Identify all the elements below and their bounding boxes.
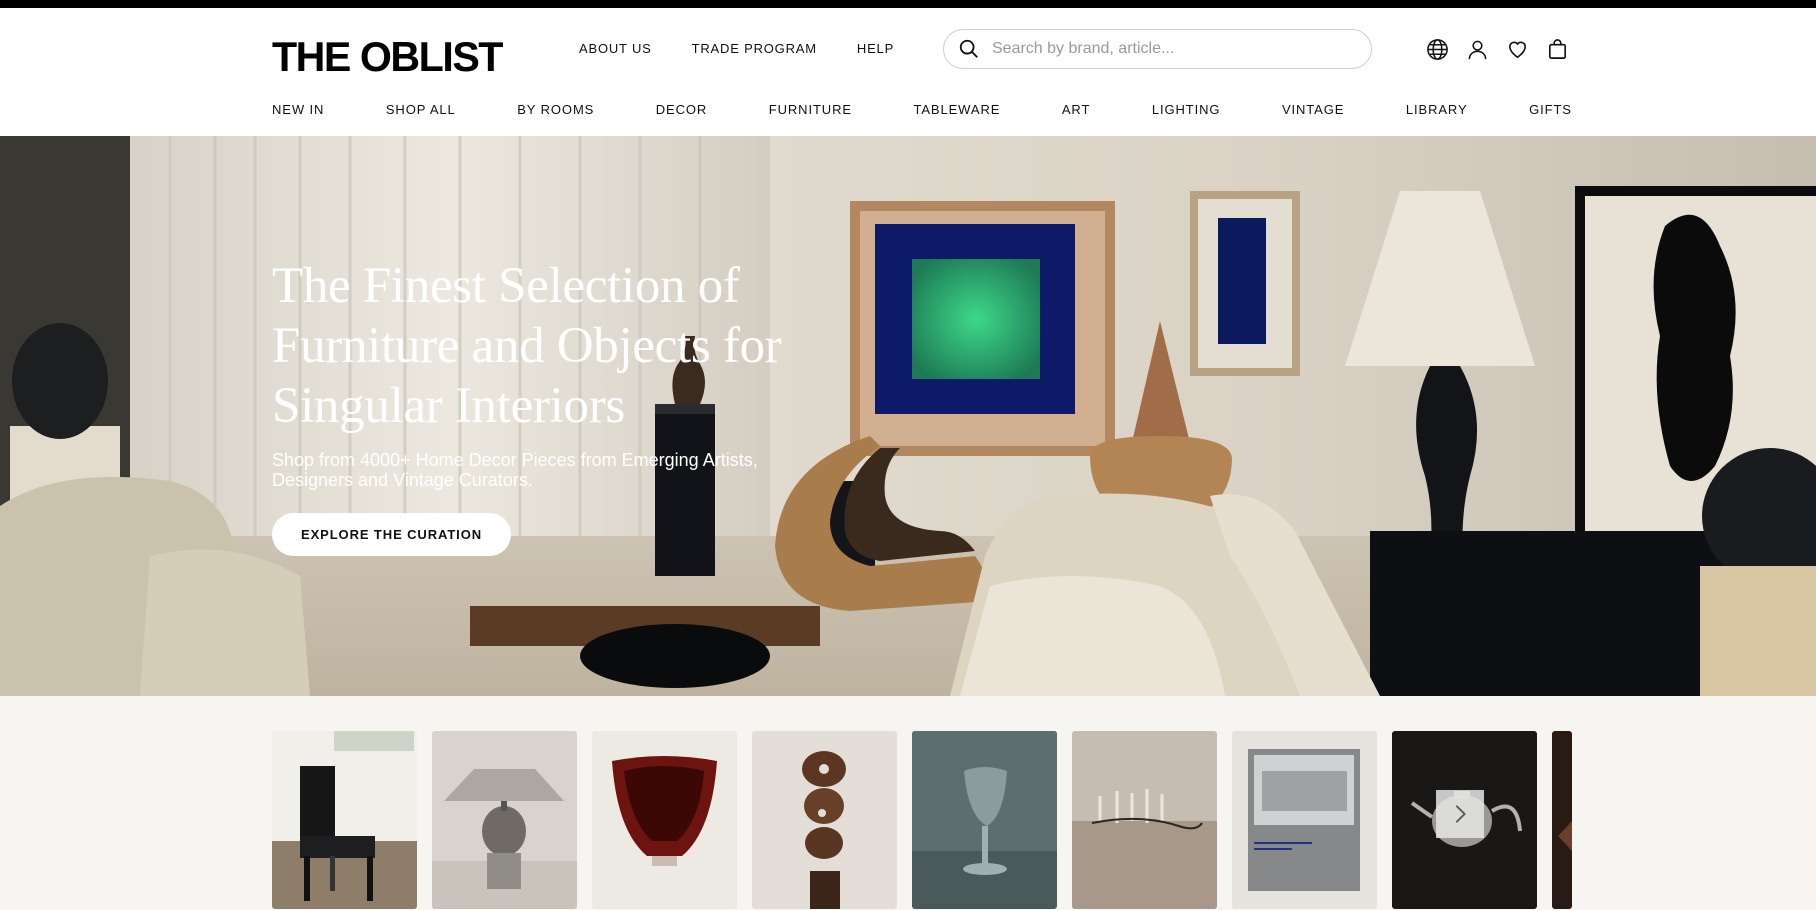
globe-icon[interactable] <box>1426 38 1449 61</box>
glass-goblet-thumbnail[interactable] <box>912 731 1057 909</box>
header-icons <box>1426 38 1569 61</box>
hero-banner: The Finest Selection of Furniture and Ob… <box>0 136 1816 696</box>
nav-tableware[interactable]: TABLEWARE <box>913 102 1000 117</box>
help-link[interactable]: HELP <box>857 41 894 56</box>
hero-title: The Finest Selection of Furniture and Ob… <box>272 258 782 434</box>
nav-gifts[interactable]: GIFTS <box>1529 102 1572 117</box>
bag-icon[interactable] <box>1546 38 1569 61</box>
carousel-next-button[interactable] <box>1436 790 1484 838</box>
wood-sculpture-thumbnail[interactable] <box>752 731 897 909</box>
site-header: THE OBLIST ABOUT US TRADE PROGRAM HELP N… <box>0 8 1816 136</box>
search-icon[interactable] <box>958 38 980 60</box>
red-glass-vase-thumbnail[interactable] <box>592 731 737 909</box>
nav-lighting[interactable]: LIGHTING <box>1152 102 1221 117</box>
black-chair-thumbnail[interactable] <box>272 731 417 909</box>
nav-library[interactable]: LIBRARY <box>1406 102 1468 117</box>
chevron-right-icon <box>1455 805 1466 823</box>
nav-furniture[interactable]: FURNITURE <box>769 102 852 117</box>
chrome-table-lamp-thumbnail[interactable] <box>432 731 577 909</box>
nav-new-in[interactable]: NEW IN <box>272 102 324 117</box>
utility-links: ABOUT US TRADE PROGRAM HELP <box>579 41 894 56</box>
site-logo[interactable]: THE OBLIST <box>272 28 503 86</box>
nav-shop-all[interactable]: SHOP ALL <box>386 102 456 117</box>
nav-art[interactable]: ART <box>1062 102 1090 117</box>
architecture-book-thumbnail[interactable] <box>1232 731 1377 909</box>
nav-decor[interactable]: DECOR <box>656 102 707 117</box>
search-input[interactable] <box>992 40 1352 58</box>
carousel-track <box>272 731 1572 910</box>
partial-item-thumbnail[interactable] <box>1552 731 1572 909</box>
trade-program-link[interactable]: TRADE PROGRAM <box>692 41 817 56</box>
about-us-link[interactable]: ABOUT US <box>579 41 652 56</box>
hero-subtitle: Shop from 4000+ Home Decor Pieces from E… <box>272 450 758 490</box>
heart-icon[interactable] <box>1506 38 1529 61</box>
top-black-bar <box>0 0 1816 8</box>
main-nav: NEW IN SHOP ALL BY ROOMS DECOR FURNITURE… <box>272 102 1572 117</box>
account-icon[interactable] <box>1466 38 1489 61</box>
candelabra-thumbnail[interactable] <box>1072 731 1217 909</box>
product-carousel <box>0 696 1816 910</box>
nav-by-rooms[interactable]: BY ROOMS <box>517 102 594 117</box>
nav-vintage[interactable]: VINTAGE <box>1282 102 1344 117</box>
search-bar[interactable] <box>943 29 1372 69</box>
explore-curation-button[interactable]: EXPLORE THE CURATION <box>272 513 511 556</box>
